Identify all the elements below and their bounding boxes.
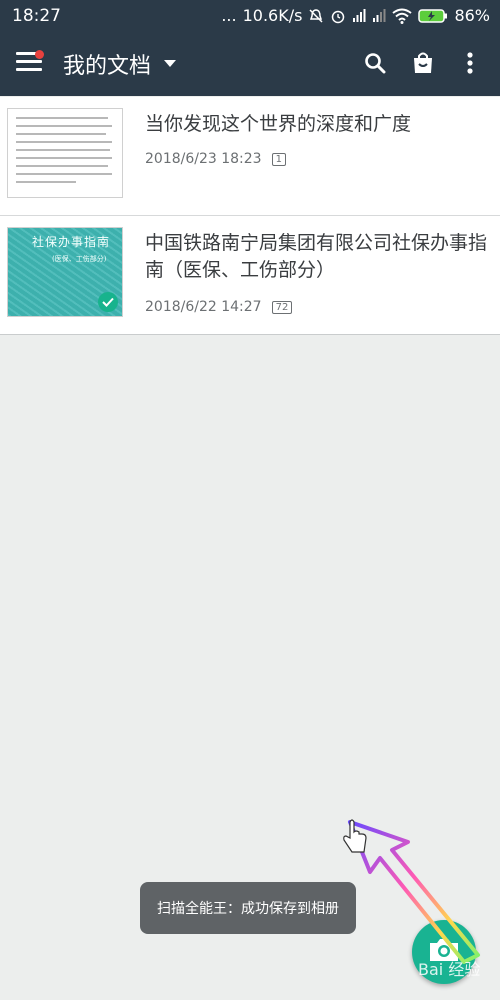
arrow-shape [348,820,480,964]
pointer-arrow-overlay: Bai 经验 [343,819,480,979]
watermark-logo: Bai 经验 [418,960,480,979]
